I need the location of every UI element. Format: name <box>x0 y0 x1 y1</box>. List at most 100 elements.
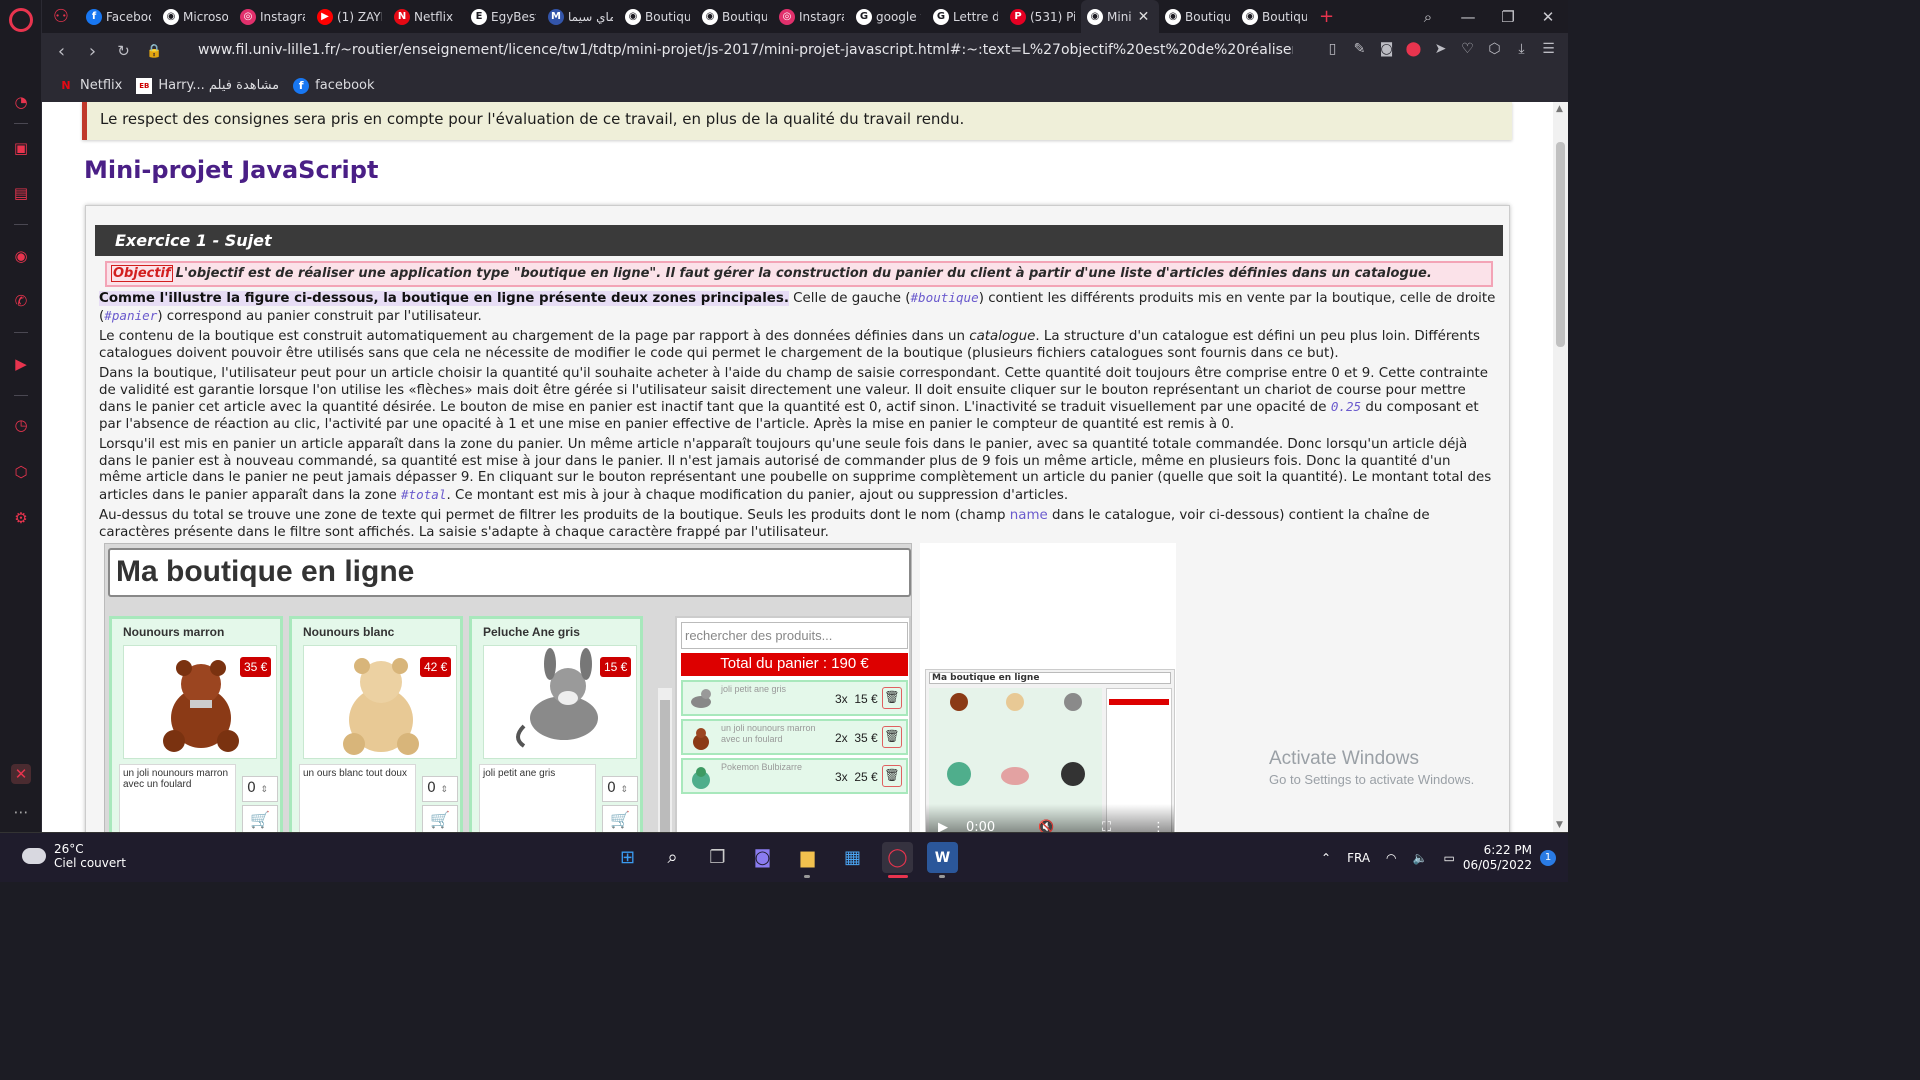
weather-widget[interactable]: 26°C Ciel couvert <box>22 842 126 870</box>
close-tab-icon[interactable]: ✕ <box>1138 9 1150 25</box>
url-field[interactable]: www.fil.univ-lille1.fr/~routier/enseigne… <box>198 42 1293 60</box>
cart-icon[interactable]: 🛒 <box>422 805 458 832</box>
tab-7[interactable]: ◉ Boutiqu <box>619 0 696 33</box>
language-indicator[interactable]: FRA <box>1347 851 1370 865</box>
download-icon[interactable]: ⤓ <box>1512 41 1531 57</box>
tab-5[interactable]: E EgyBest <box>465 0 542 33</box>
instagram-icon: ◎ <box>240 8 256 25</box>
tab-0[interactable]: f Faceboo <box>80 0 157 33</box>
gamepad-icon[interactable]: ⚇ <box>42 6 80 27</box>
battery-icon[interactable]: ▭ <box>1443 851 1454 865</box>
fullscreen-icon[interactable]: ⛶ <box>1102 820 1111 832</box>
tab-13[interactable]: ◉ Mini ✕ <box>1081 0 1159 33</box>
opera-logo-icon[interactable] <box>9 8 33 32</box>
more-options-icon[interactable]: ⋮ <box>1152 820 1165 832</box>
quantity-input[interactable]: 0 ⇕ <box>422 776 458 802</box>
chevron-up-icon[interactable]: ⌃ <box>1321 851 1331 865</box>
page-scrollbar[interactable]: ▲ ▼ <box>1553 102 1568 832</box>
temperature: 26°C <box>54 842 84 856</box>
tab-9[interactable]: ◎ Instagra <box>773 0 850 33</box>
speaker-icon[interactable]: 🔈 <box>1413 851 1428 865</box>
search-icon[interactable]: ⌕ <box>657 842 688 873</box>
bookmark-harry[interactable]: EB Harry... مشاهدة فيلم <box>136 77 280 94</box>
scroll-thumb[interactable] <box>1556 142 1565 347</box>
send-icon[interactable]: ➤ <box>1431 41 1450 57</box>
snapshot-icon[interactable]: ◙ <box>1377 41 1396 57</box>
bookmark-label: Harry... مشاهدة فيلم <box>158 78 280 93</box>
forward-icon[interactable]: › <box>77 41 108 62</box>
video-player[interactable]: Ma boutique en ligne ▶ 0:00 🔇 ⛶ ⋮ <box>920 543 1176 832</box>
whatsapp-icon[interactable]: ✆ <box>11 291 31 311</box>
notification-badge[interactable]: 1 <box>1540 850 1556 866</box>
shopping-bag-icon[interactable]: ▣ <box>11 138 31 158</box>
sidebar-setup-icon[interactable]: ✕ <box>11 764 31 784</box>
reader-icon[interactable]: ▯ <box>1323 41 1342 57</box>
file-explorer-icon[interactable]: ▆ <box>792 842 823 878</box>
quantity-input[interactable]: 0 ⇕ <box>602 776 638 802</box>
reload-icon[interactable]: ↻ <box>108 42 139 60</box>
extensions-icon[interactable]: ⬡ <box>11 462 31 482</box>
heart-icon[interactable]: ♡ <box>1458 41 1477 57</box>
teams-chat-icon[interactable]: ◙ <box>747 842 778 873</box>
twitch-icon[interactable]: ▤ <box>11 183 31 203</box>
bookmark-facebook[interactable]: f facebook <box>293 77 375 94</box>
cube-icon[interactable]: ⬡ <box>1485 41 1504 57</box>
text: Dans la boutique, l'utilisateur peut pou… <box>99 366 1489 415</box>
clock[interactable]: 6:22 PM 06/05/2022 <box>1463 843 1532 873</box>
cart-icon[interactable]: 🛒 <box>242 805 278 832</box>
play-icon[interactable]: ▶ <box>938 820 948 832</box>
tab-label: Boutiqu <box>645 9 690 24</box>
product-description: un ours blanc tout doux <box>299 764 416 832</box>
tab-6[interactable]: M ماي سيما <box>542 0 619 33</box>
scroll-thumb[interactable] <box>660 700 670 832</box>
wifi-icon[interactable]: ◠ <box>1386 851 1396 865</box>
volume-icon[interactable]: 🔇 <box>1038 820 1054 832</box>
history-icon[interactable]: ◷ <box>11 415 31 435</box>
trash-icon[interactable]: 🗑 <box>882 726 902 748</box>
globe-icon: ◉ <box>1165 8 1181 25</box>
speed-dial-icon[interactable]: ◔ <box>11 92 31 112</box>
quantity-value: 0 <box>607 780 616 796</box>
messenger-icon[interactable]: ◉ <box>11 246 31 266</box>
bookmark-netflix[interactable]: N Netflix <box>58 78 122 94</box>
tab-14[interactable]: ◉ Boutiqu <box>1159 0 1236 33</box>
minimize-icon[interactable]: — <box>1448 8 1488 26</box>
more-icon[interactable]: ⋯ <box>11 802 31 822</box>
settings-icon[interactable]: ⚙ <box>11 508 31 528</box>
shield-icon[interactable]: ⬤ <box>1404 41 1423 57</box>
close-window-icon[interactable]: ✕ <box>1528 8 1568 26</box>
page-title: Mini-projet JavaScript <box>84 156 379 184</box>
tab-4[interactable]: N Netflix <box>388 0 465 33</box>
search-input[interactable]: rechercher des produits... <box>681 622 908 649</box>
tab-8[interactable]: ◉ Boutiqu <box>696 0 773 33</box>
product-scrollbar[interactable] <box>658 688 672 832</box>
edit-icon[interactable]: ✎ <box>1350 41 1369 57</box>
video-title: Ma boutique en ligne <box>929 672 1171 684</box>
trash-icon[interactable]: 🗑 <box>882 687 902 709</box>
trash-icon[interactable]: 🗑 <box>882 765 902 787</box>
easy-setup-icon[interactable]: ☰ <box>1539 41 1558 57</box>
restore-icon[interactable]: ❐ <box>1488 8 1528 26</box>
code-total: #total <box>400 486 447 502</box>
store-icon[interactable]: ▦ <box>837 842 868 873</box>
player-icon[interactable]: ▶ <box>11 354 31 374</box>
task-view-icon[interactable]: ❐ <box>702 842 733 873</box>
lock-icon[interactable]: 🔒 <box>139 44 170 59</box>
tab-11[interactable]: G Lettre d <box>927 0 1004 33</box>
opera-taskbar-icon[interactable]: ◯ <box>882 842 913 878</box>
tab-15[interactable]: ◉ Boutiqu <box>1236 0 1313 33</box>
windows-start-icon[interactable]: ⊞ <box>612 842 643 873</box>
word-icon[interactable]: W <box>927 842 958 878</box>
tab-12[interactable]: P (531) Pir <box>1004 0 1081 33</box>
new-tab-icon[interactable]: + <box>1319 6 1334 27</box>
quantity-input[interactable]: 0 ⇕ <box>242 776 278 802</box>
tab-10[interactable]: Ggoogle t <box>850 0 927 33</box>
back-icon[interactable]: ‹ <box>46 41 77 62</box>
tab-1[interactable]: ◉ Microso <box>157 0 234 33</box>
scroll-down-icon[interactable]: ▼ <box>1556 820 1563 830</box>
scroll-up-icon[interactable]: ▲ <box>1556 104 1563 114</box>
search-tabs-icon[interactable]: ⌕ <box>1408 8 1448 26</box>
cart-icon[interactable]: 🛒 <box>602 805 638 832</box>
tab-3[interactable]: ▶ (1) ZAYN <box>311 0 388 33</box>
tab-2[interactable]: ◎ Instagra <box>234 0 311 33</box>
